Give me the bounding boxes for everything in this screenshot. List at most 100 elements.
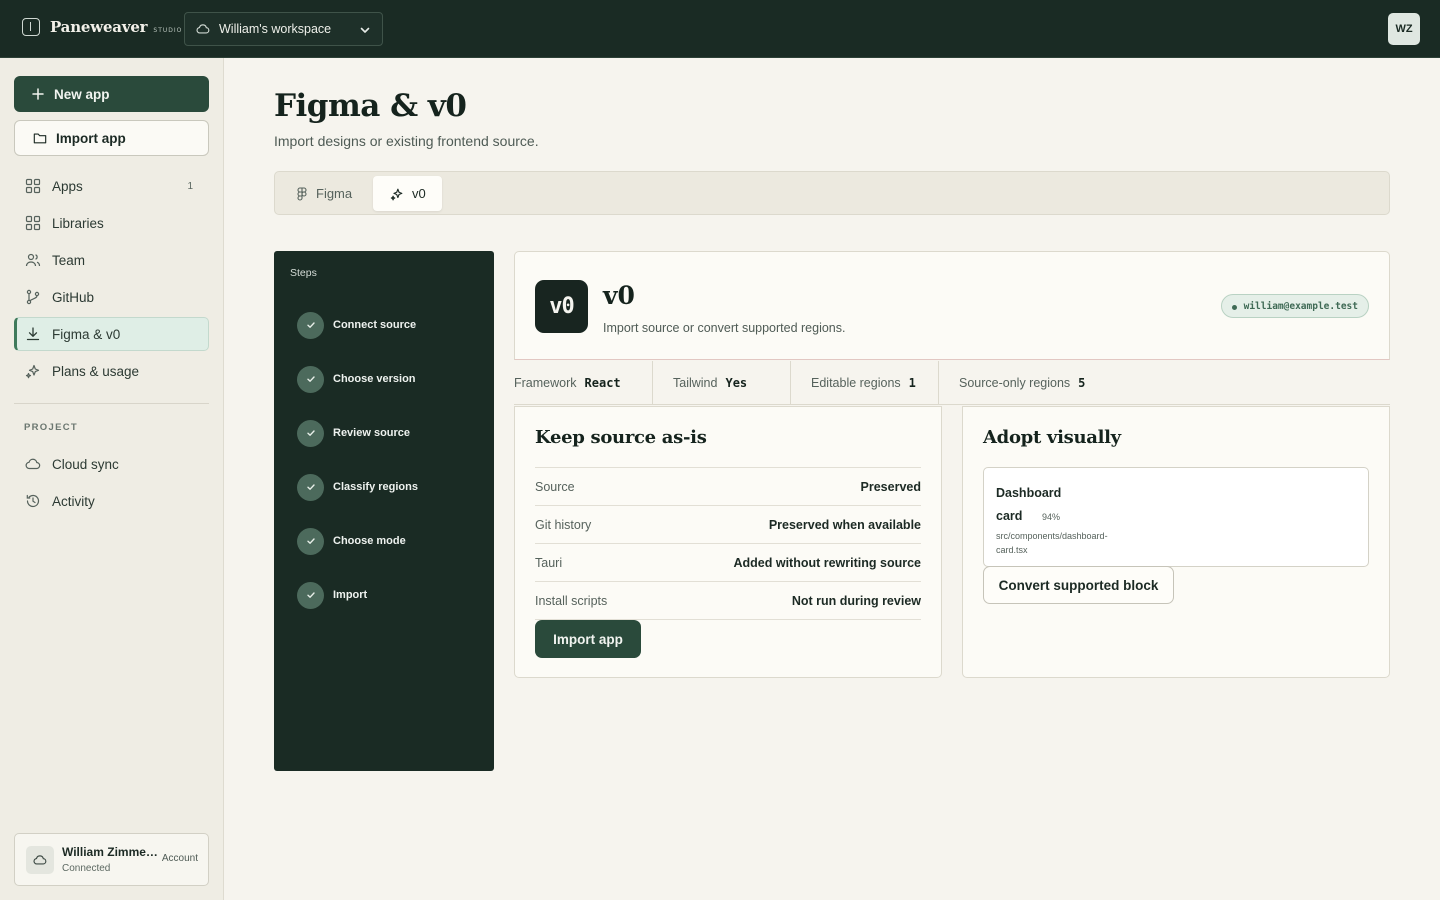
tab-label: v0 bbox=[412, 186, 426, 201]
sparkle-icon bbox=[390, 188, 403, 200]
row-key: Source bbox=[535, 479, 575, 494]
region-title: Dashboard bbox=[996, 486, 1062, 500]
step-label: Classify regions bbox=[333, 481, 418, 493]
stat-tailwind: Tailwind Yes bbox=[653, 361, 791, 404]
sidebar: New app Import app Apps 1 Libraries Team… bbox=[0, 58, 224, 900]
sidebar-section-label: PROJECT bbox=[24, 422, 78, 433]
sidebar-divider bbox=[14, 403, 209, 404]
tab-v0[interactable]: v0 bbox=[373, 176, 442, 211]
tab-label: Figma bbox=[316, 186, 353, 201]
import-app-submit-button[interactable]: Import app bbox=[535, 620, 641, 658]
account-link[interactable]: Account bbox=[162, 853, 198, 864]
keep-source-panel: Keep source as-is Source Preserved Git h… bbox=[514, 406, 942, 678]
sidebar-item-cloud-sync[interactable]: Cloud sync bbox=[14, 447, 209, 481]
step-label: Review source bbox=[333, 427, 411, 439]
stat-source-only-regions: Source-only regions 5 bbox=[939, 361, 1139, 404]
workspace-switcher[interactable]: William's workspace bbox=[184, 12, 383, 46]
region-title-continued: card bbox=[996, 509, 1023, 523]
source-tabs: Figma v0 bbox=[274, 171, 1390, 215]
top-bar: Paneweaver STUDIO William's workspace WZ bbox=[0, 0, 1440, 58]
steps-title: Steps bbox=[290, 267, 317, 279]
stat-label: Tailwind bbox=[673, 375, 718, 390]
tab-figma[interactable]: Figma bbox=[279, 176, 371, 211]
source-stats: Framework React Tailwind Yes Editable re… bbox=[514, 361, 1390, 405]
sidebar-item-activity[interactable]: Activity bbox=[14, 484, 209, 518]
region-file-path: src/components/dashboard-card.tsx bbox=[996, 531, 1108, 555]
stat-value: React bbox=[584, 375, 621, 390]
page-title: Figma & v0 bbox=[274, 88, 467, 124]
keep-row-source: Source Preserved bbox=[535, 467, 921, 505]
panel-title: Keep source as-is bbox=[535, 427, 707, 448]
import-app-label: Import app bbox=[56, 130, 126, 146]
grid-icon bbox=[25, 178, 41, 194]
sidebar-item-label: Figma & v0 bbox=[52, 326, 121, 342]
account-card[interactable]: William Zimmerman Connected Account bbox=[14, 833, 209, 886]
stat-value: 5 bbox=[1078, 375, 1086, 390]
sidebar-item-label: Team bbox=[52, 252, 86, 268]
page-subtitle: Import designs or existing frontend sour… bbox=[274, 133, 539, 149]
chevron-down-icon bbox=[360, 27, 370, 33]
region-card[interactable]: Dashboard card 94% src/components/dashbo… bbox=[983, 467, 1369, 567]
new-app-button[interactable]: New app bbox=[14, 76, 209, 112]
step-review-source[interactable]: Review source bbox=[297, 419, 410, 447]
convert-block-button[interactable]: Convert supported block bbox=[983, 566, 1174, 604]
grid-icon bbox=[25, 215, 41, 231]
adopt-visually-panel: Adopt visually Dashboard card 94% src/co… bbox=[962, 406, 1390, 678]
step-choose-version[interactable]: Choose version bbox=[297, 365, 416, 393]
step-connect-source[interactable]: Connect source bbox=[297, 311, 416, 339]
sidebar-item-github[interactable]: GitHub bbox=[14, 280, 209, 314]
plus-icon bbox=[32, 88, 44, 100]
stat-label: Framework bbox=[514, 375, 577, 390]
check-icon bbox=[297, 311, 324, 339]
stat-framework: Framework React bbox=[514, 361, 653, 404]
step-label: Choose mode bbox=[333, 535, 406, 547]
stat-editable-regions: Editable regions 1 bbox=[791, 361, 939, 404]
source-card: v0 v0 Import source or convert supported… bbox=[514, 251, 1390, 360]
panel-title: Adopt visually bbox=[983, 427, 1121, 448]
sparkle-icon bbox=[25, 364, 40, 379]
keep-row-git-history: Git history Preserved when available bbox=[535, 505, 921, 543]
sidebar-item-label: Libraries bbox=[52, 215, 104, 231]
step-label: Import bbox=[333, 589, 368, 601]
step-choose-mode[interactable]: Choose mode bbox=[297, 527, 406, 555]
brand-name: Paneweaver bbox=[50, 18, 148, 36]
sidebar-item-label: Apps bbox=[52, 178, 83, 194]
connected-account-badge: william@example.test bbox=[1220, 294, 1369, 318]
keep-row-install-scripts: Install scripts Not run during review bbox=[535, 581, 921, 619]
check-icon bbox=[297, 473, 324, 501]
brand-subtitle: STUDIO bbox=[153, 26, 183, 34]
account-status: Connected bbox=[62, 863, 111, 874]
source-description: Import source or convert supported regio… bbox=[603, 321, 846, 335]
check-icon bbox=[297, 581, 324, 609]
sidebar-item-figma-v0[interactable]: Figma & v0 bbox=[14, 317, 209, 351]
sidebar-item-apps[interactable]: Apps 1 bbox=[14, 169, 209, 203]
stat-label: Editable regions bbox=[811, 375, 901, 390]
check-icon bbox=[297, 527, 324, 555]
download-icon bbox=[26, 327, 40, 341]
cloud-icon bbox=[26, 846, 54, 874]
step-classify-regions[interactable]: Classify regions bbox=[297, 473, 418, 501]
status-dot-icon bbox=[1231, 304, 1237, 310]
step-import[interactable]: Import bbox=[297, 581, 367, 609]
sidebar-item-libraries[interactable]: Libraries bbox=[14, 206, 209, 240]
user-avatar[interactable]: WZ bbox=[1388, 13, 1420, 45]
cloud-icon bbox=[196, 24, 210, 34]
users-icon bbox=[25, 253, 41, 267]
brand[interactable]: Paneweaver STUDIO bbox=[22, 18, 182, 36]
sidebar-item-team[interactable]: Team bbox=[14, 243, 209, 277]
figma-icon bbox=[297, 186, 307, 201]
row-key: Tauri bbox=[535, 555, 563, 570]
sidebar-item-plans-usage[interactable]: Plans & usage bbox=[14, 354, 209, 388]
row-value: Preserved bbox=[860, 479, 921, 494]
apps-count-badge: 1 bbox=[187, 180, 193, 192]
connected-email: william@example.test bbox=[1243, 300, 1358, 312]
region-confidence: 94% bbox=[1042, 512, 1061, 522]
stat-value: Yes bbox=[725, 375, 748, 390]
workspace-name: William's workspace bbox=[219, 22, 332, 36]
sidebar-item-label: Cloud sync bbox=[52, 456, 119, 472]
stat-value: 1 bbox=[908, 375, 916, 390]
v0-logo: v0 bbox=[535, 280, 588, 333]
import-app-button[interactable]: Import app bbox=[14, 120, 209, 156]
row-value: Added without rewriting source bbox=[733, 555, 921, 570]
source-name: v0 bbox=[603, 281, 635, 310]
